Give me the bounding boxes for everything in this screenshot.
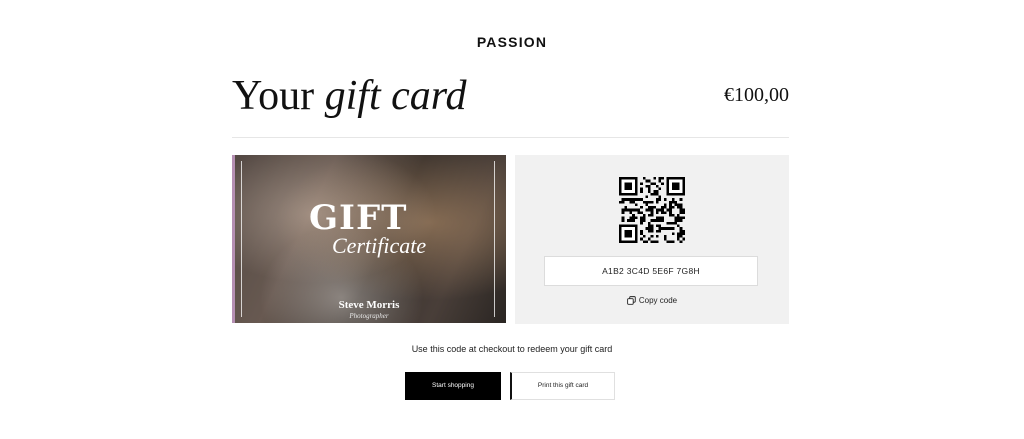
copy-code-label: Copy code (638, 296, 678, 305)
page-title-prefix: Your (232, 73, 315, 119)
code-panel: A1B2 3C4D 5E6F 7G8H Copy code (515, 155, 789, 324)
card-photographer-name: Steve Morris (338, 299, 400, 311)
card-accent-bar (232, 155, 235, 323)
divider (232, 137, 789, 138)
print-gift-card-button[interactable]: Print this gift card (510, 372, 615, 400)
gift-card-code[interactable]: A1B2 3C4D 5E6F 7G8H (544, 256, 758, 286)
card-frame-line-left (241, 161, 242, 317)
gift-card-image: GIFT Certificate Steve Morris Photograph… (232, 155, 506, 323)
card-frame-line-right (494, 161, 495, 317)
gift-card-amount: €100,00 (724, 84, 789, 106)
qr-code-icon (619, 177, 685, 243)
card-title: GIFT (309, 198, 408, 238)
redeem-hint: Use this code at checkout to redeem your… (411, 344, 613, 354)
page-title-emphasis: gift card (324, 73, 467, 119)
copy-code-button[interactable]: Copy code (515, 296, 789, 305)
copy-icon (627, 296, 636, 305)
brand-logo[interactable]: PASSION (0, 34, 1024, 50)
card-subtitle: Certificate (332, 233, 427, 258)
card-photographer-role: Photographer (349, 312, 389, 320)
page-title: Your gift card (232, 72, 467, 120)
start-shopping-button[interactable]: Start shopping (405, 372, 501, 400)
